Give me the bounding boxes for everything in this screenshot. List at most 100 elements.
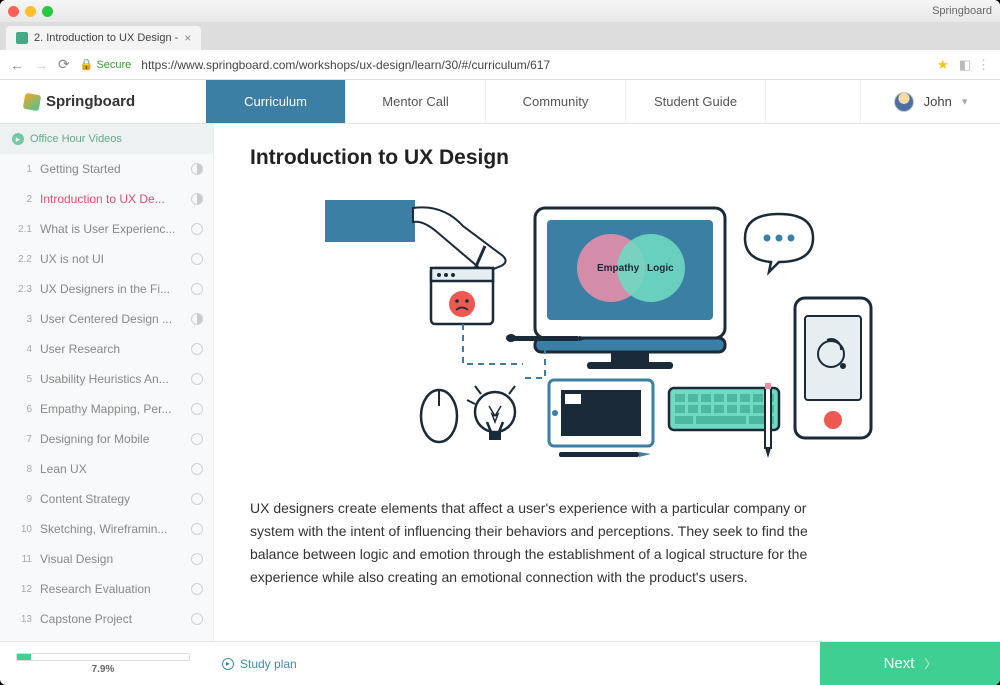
user-menu[interactable]: John ▾ <box>860 80 1000 123</box>
item-label: UX Designers in the Fi... <box>40 282 183 296</box>
item-label: User Centered Design ... <box>40 312 183 326</box>
next-button[interactable]: Next 〉 <box>820 642 1000 685</box>
sidebar-header[interactable]: ▸ Office Hour Videos <box>0 124 213 154</box>
progress-dot-icon <box>191 493 203 505</box>
item-number: 7 <box>10 434 32 445</box>
sidebar-item[interactable]: 12 Research Evaluation <box>0 574 213 604</box>
item-number: 12 <box>10 584 32 595</box>
app-window: Springboard 2. Introduction to UX Design… <box>0 0 1000 685</box>
extension-icon[interactable]: ◧ <box>959 57 971 73</box>
progress-dot-icon <box>191 163 203 175</box>
sidebar-item[interactable]: 10Sketching, Wireframin... <box>0 514 213 544</box>
progress-dot-icon <box>191 463 203 475</box>
window-title: Springboard <box>63 5 992 17</box>
browser-tabbar: 2. Introduction to UX Design - × <box>0 22 1000 50</box>
sidebar-item[interactable]: 6 Empathy Mapping, Per... <box>0 394 213 424</box>
item-label: Empathy Mapping, Per... <box>40 402 183 416</box>
item-number: 2 <box>10 194 32 205</box>
progress-text: 7.9% <box>92 664 115 675</box>
close-window-button[interactable] <box>8 6 19 17</box>
sidebar-item[interactable]: 4User Research <box>0 334 213 364</box>
chevron-right-icon: 〉 <box>924 655 936 672</box>
hero-illustration: Empathy Logic <box>250 188 960 468</box>
sidebar-item[interactable]: 7 Designing for Mobile <box>0 424 213 454</box>
svg-text:Empathy: Empathy <box>597 263 640 274</box>
back-icon[interactable]: ← <box>10 57 24 73</box>
item-number: 2.2 <box>10 254 32 265</box>
item-label: Capstone Project <box>40 612 183 626</box>
sidebar-item[interactable]: 1 Getting Started <box>0 154 213 184</box>
progress-dot-icon <box>191 253 203 265</box>
address-bar: ← → ⟳ 🔒 Secure https://www.springboard.c… <box>0 50 1000 80</box>
item-label: Designing for Mobile <box>40 432 183 446</box>
item-label: Lean UX <box>40 462 183 476</box>
avatar <box>894 92 914 112</box>
sidebar-item[interactable]: 14Career Resources <box>0 634 213 641</box>
minimize-window-button[interactable] <box>25 6 36 17</box>
progress-dot-icon <box>191 523 203 535</box>
progress-bar <box>16 653 190 661</box>
extension-icon[interactable]: ⋮ <box>977 57 990 73</box>
item-number: 1 <box>10 164 32 175</box>
sidebar-item[interactable]: 2Introduction to UX De... <box>0 184 213 214</box>
sidebar-item[interactable]: 13 Capstone Project <box>0 604 213 634</box>
secure-indicator: 🔒 Secure <box>80 58 132 71</box>
user-name: John <box>924 94 952 109</box>
browser-tab[interactable]: 2. Introduction to UX Design - × <box>6 26 201 50</box>
sidebar-item[interactable]: 2.3 UX Designers in the Fi... <box>0 274 213 304</box>
brand-logo[interactable]: Springboard <box>0 80 206 123</box>
fullscreen-window-button[interactable] <box>42 6 53 17</box>
sidebar-item[interactable]: 11Visual Design <box>0 544 213 574</box>
sidebar[interactable]: ▸ Office Hour Videos 1 Getting Started 2In… <box>0 124 214 641</box>
play-icon: ▸ <box>12 133 24 145</box>
item-number: 5 <box>10 374 32 385</box>
topnav-item-mentor-call[interactable]: Mentor Call <box>346 80 486 123</box>
item-label: What is User Experienc... <box>40 222 183 236</box>
tab-title: 2. Introduction to UX Design - <box>34 32 178 44</box>
sidebar-item[interactable]: 2.2 UX is not UI <box>0 244 213 274</box>
progress-dot-icon <box>191 613 203 625</box>
progress-dot-icon <box>191 433 203 445</box>
footer: 7.9% ▸ Study plan Next 〉 <box>0 641 1000 685</box>
item-label: Research Evaluation <box>40 582 183 596</box>
reload-icon[interactable]: ⟳ <box>58 56 70 73</box>
topnav-item-student-guide[interactable]: Student Guide <box>626 80 766 123</box>
item-label: UX is not UI <box>40 252 183 266</box>
lock-icon: 🔒 <box>80 58 94 71</box>
item-number: 11 <box>10 554 32 565</box>
forward-icon[interactable]: → <box>34 57 48 73</box>
item-label: Getting Started <box>40 162 183 176</box>
item-number: 2.1 <box>10 224 32 235</box>
progress-dot-icon <box>191 343 203 355</box>
url-field[interactable]: https://www.springboard.com/workshops/ux… <box>141 58 927 72</box>
lesson-content[interactable]: Introduction to UX Design <box>214 124 1000 641</box>
topnav-item-community[interactable]: Community <box>486 80 626 123</box>
sidebar-item[interactable]: 9 Content Strategy <box>0 484 213 514</box>
extension-icons: ◧ ⋮ <box>959 57 990 73</box>
top-navigation: Springboard CurriculumMentor CallCommuni… <box>0 80 1000 124</box>
item-number: 9 <box>10 494 32 505</box>
sidebar-item[interactable]: 2.1 What is User Experienc... <box>0 214 213 244</box>
item-number: 10 <box>10 524 32 535</box>
item-label: User Research <box>40 342 183 356</box>
item-number: 13 <box>10 614 32 625</box>
mac-titlebar: Springboard <box>0 0 1000 22</box>
sidebar-item[interactable]: 3 User Centered Design ... <box>0 304 213 334</box>
svg-text:Logic: Logic <box>647 263 674 274</box>
study-plan-link[interactable]: ▸ Study plan <box>206 657 297 671</box>
page-title: Introduction to UX Design <box>250 146 960 170</box>
item-label: Content Strategy <box>40 492 183 506</box>
item-number: 6 <box>10 404 32 415</box>
bookmark-star-icon[interactable]: ★ <box>937 57 949 73</box>
item-number: 8 <box>10 464 32 475</box>
sidebar-item[interactable]: 8 Lean UX <box>0 454 213 484</box>
progress-dot-icon <box>191 583 203 595</box>
item-number: 2.3 <box>10 284 32 295</box>
close-tab-icon[interactable]: × <box>184 31 191 45</box>
item-label: Usability Heuristics An... <box>40 372 183 386</box>
sidebar-item[interactable]: 5 Usability Heuristics An... <box>0 364 213 394</box>
progress-dot-icon <box>191 373 203 385</box>
progress-indicator: 7.9% <box>0 653 206 675</box>
item-number: 3 <box>10 314 32 325</box>
topnav-item-curriculum[interactable]: Curriculum <box>206 80 346 123</box>
